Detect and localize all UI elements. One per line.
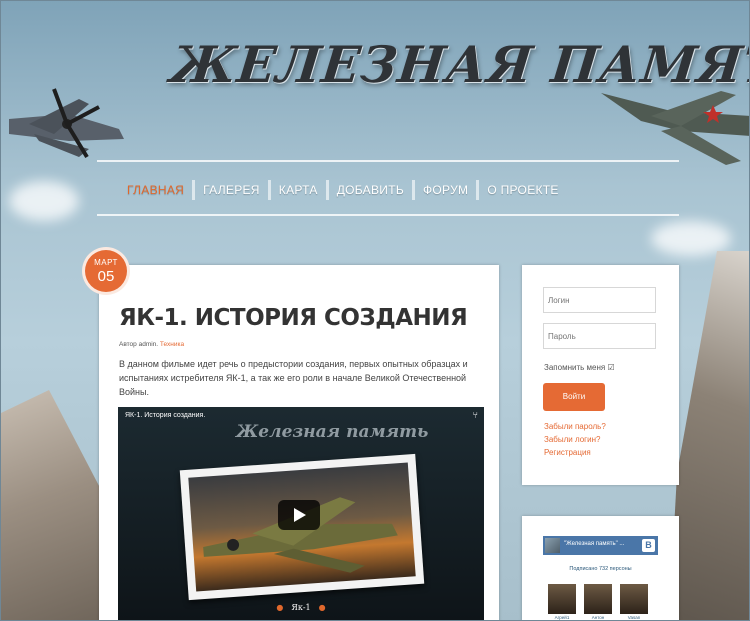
share-icon[interactable]: ⑂ bbox=[473, 410, 478, 420]
vk-subscribers-count: Подписано 732 персоны bbox=[569, 566, 632, 572]
nav-item-add[interactable]: ДОБАВИТЬ bbox=[329, 183, 412, 197]
date-month: МАРТ bbox=[94, 258, 118, 267]
login-widget: Запомнить меня ☑ Войти Забыли пароль? За… bbox=[522, 265, 679, 485]
main-nav: ГЛАВНАЯ ГАЛЕРЕЯ КАРТА ДОБАВИТЬ ФОРУМ О П… bbox=[119, 177, 567, 203]
caption-dot-icon: ● bbox=[276, 603, 284, 612]
nav-item-gallery[interactable]: ГАЛЕРЕЯ bbox=[195, 183, 268, 197]
post-author: Автор admin. bbox=[119, 341, 159, 348]
vk-header[interactable]: "Железная память" ... В bbox=[543, 536, 658, 555]
avatar bbox=[584, 584, 612, 614]
register-link[interactable]: Регистрация bbox=[544, 448, 591, 457]
post-title[interactable]: ЯК-1. ИСТОРИЯ СОЗДАНИЯ bbox=[119, 305, 468, 331]
remember-me[interactable]: Запомнить меня ☑ bbox=[544, 363, 615, 372]
post-category-link[interactable]: Техника bbox=[160, 341, 184, 348]
vk-members-list: Агрей1 Антон Vasan bbox=[548, 584, 648, 620]
remember-me-label: Запомнить меня bbox=[544, 363, 606, 372]
forgot-password-link[interactable]: Забыли пароль? bbox=[544, 422, 606, 431]
vk-community-widget: "Железная память" ... В Подписано 732 пе… bbox=[522, 516, 679, 620]
site-logo[interactable]: ЖЕЛЕЗНАЯ ПАМЯТЬ bbox=[168, 23, 749, 107]
site-logo-text: ЖЕЛЕЗНАЯ ПАМЯТЬ bbox=[167, 35, 750, 94]
vk-member-name: Антон bbox=[591, 615, 605, 620]
nav-item-map[interactable]: КАРТА bbox=[271, 183, 326, 197]
caption-dot-icon: ● bbox=[318, 603, 326, 612]
nav-item-home[interactable]: ГЛАВНАЯ bbox=[119, 183, 192, 197]
post-card: ЯК-1. ИСТОРИЯ СОЗДАНИЯ Автор admin. Техн… bbox=[99, 265, 499, 620]
avatar bbox=[548, 584, 576, 614]
cloud bbox=[651, 221, 731, 256]
vk-member-name: Vasan bbox=[627, 615, 641, 620]
forgot-login-link[interactable]: Забыли логин? bbox=[544, 435, 600, 444]
vk-group-avatar bbox=[545, 538, 560, 553]
video-watermark-logo: Железная память bbox=[236, 422, 429, 442]
nav-item-forum[interactable]: ФОРУМ bbox=[415, 183, 476, 197]
vk-member[interactable]: Vasan bbox=[620, 584, 648, 620]
login-input[interactable] bbox=[543, 287, 656, 313]
nav-divider-bottom bbox=[97, 214, 679, 216]
play-button[interactable] bbox=[278, 500, 320, 530]
nav-item-about[interactable]: О ПРОЕКТЕ bbox=[479, 183, 566, 197]
vk-member[interactable]: Антон bbox=[584, 584, 612, 620]
date-day: 05 bbox=[97, 268, 115, 285]
video-player[interactable]: ЯК-1. История создания. ⑂ Железная памят… bbox=[118, 407, 484, 620]
remember-me-checkbox[interactable]: ☑ bbox=[607, 363, 614, 372]
vk-logo-icon[interactable]: В bbox=[642, 539, 655, 552]
video-title[interactable]: ЯК-1. История создания. bbox=[125, 412, 205, 419]
post-date-badge: МАРТ 05 bbox=[82, 247, 130, 295]
fighter-plane-right-image bbox=[601, 91, 749, 165]
login-button[interactable]: Войти bbox=[543, 383, 605, 411]
nav-divider-top bbox=[97, 160, 679, 162]
cloud bbox=[9, 181, 79, 221]
vk-member[interactable]: Агрей1 bbox=[548, 584, 576, 620]
page-background: ЖЕЛЕЗНАЯ ПАМЯТЬ ГЛАВНАЯ ГАЛЕРЕЯ КАРТА ДО… bbox=[0, 0, 750, 621]
video-caption: ● Як-1 ● bbox=[118, 603, 484, 612]
post-excerpt: В данном фильме идет речь о предыстории … bbox=[119, 359, 468, 397]
mountain-right bbox=[669, 251, 749, 620]
vk-member-name: Агрей1 bbox=[554, 615, 570, 620]
vk-group-name[interactable]: "Железная память" ... bbox=[564, 541, 624, 547]
video-caption-text: Як-1 bbox=[291, 603, 311, 612]
fighter-plane-left-image bbox=[9, 88, 124, 159]
post-meta: Автор admin. Техника bbox=[119, 341, 184, 348]
avatar bbox=[620, 584, 648, 614]
password-input[interactable] bbox=[543, 323, 656, 349]
